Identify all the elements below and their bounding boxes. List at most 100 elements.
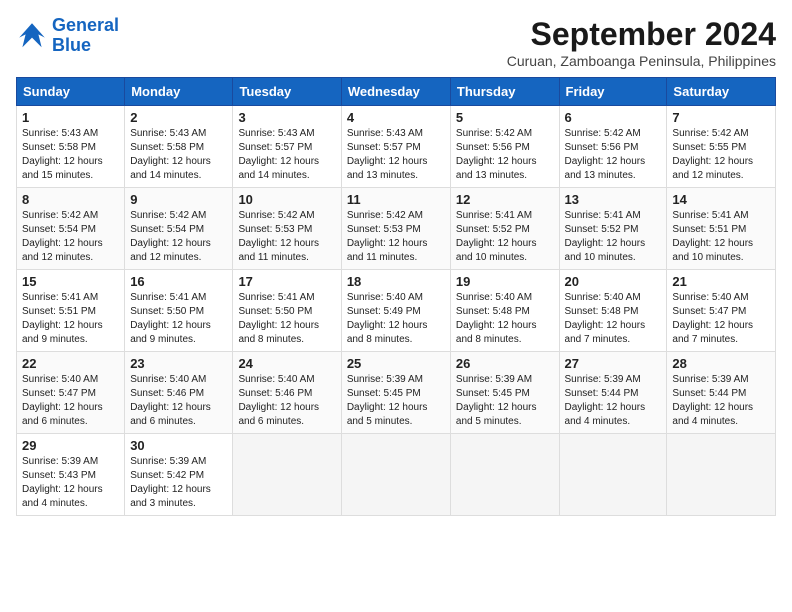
cell-info: Sunrise: 5:43 AMSunset: 5:57 PMDaylight:… xyxy=(238,127,335,183)
day-number: 11 xyxy=(347,192,445,207)
calendar-cell: 9 Sunrise: 5:42 AMSunset: 5:54 PMDaylight… xyxy=(125,188,233,270)
day-number: 3 xyxy=(238,110,335,125)
day-number: 6 xyxy=(565,110,662,125)
calendar-cell xyxy=(450,434,559,516)
calendar-cell xyxy=(341,434,450,516)
cell-info: Sunrise: 5:41 AMSunset: 5:50 PMDaylight:… xyxy=(238,291,335,347)
col-header-thursday: Thursday xyxy=(450,78,559,106)
cell-info: Sunrise: 5:42 AMSunset: 5:55 PMDaylight:… xyxy=(672,127,770,183)
cell-info: Sunrise: 5:42 AMSunset: 5:53 PMDaylight:… xyxy=(238,209,335,265)
calendar-cell: 30Sunrise: 5:39 AMSunset: 5:42 PMDayligh… xyxy=(125,434,233,516)
cell-info: Sunrise: 5:42 AMSunset: 5:54 PMDaylight:… xyxy=(22,209,119,265)
cell-info: Sunrise: 5:43 AMSunset: 5:57 PMDaylight:… xyxy=(347,127,445,183)
col-header-monday: Monday xyxy=(125,78,233,106)
location-subtitle: Curuan, Zamboanga Peninsula, Philippines xyxy=(507,53,776,69)
page-header: General Blue September 2024 Curuan, Zamb… xyxy=(16,16,776,69)
day-number: 23 xyxy=(130,356,227,371)
col-header-sunday: Sunday xyxy=(17,78,125,106)
calendar-cell: 27Sunrise: 5:39 AMSunset: 5:44 PMDayligh… xyxy=(559,352,667,434)
calendar-cell: 24 Sunrise: 5:40 AMSunset: 5:46 PMDayligh… xyxy=(233,352,341,434)
logo-icon xyxy=(16,20,48,52)
calendar-cell: 16 Sunrise: 5:41 AMSunset: 5:50 PMDayligh… xyxy=(125,270,233,352)
day-number: 15 xyxy=(22,274,119,289)
calendar-cell: 26Sunrise: 5:39 AMSunset: 5:45 PMDayligh… xyxy=(450,352,559,434)
calendar-cell: 21Sunrise: 5:40 AMSunset: 5:47 PMDayligh… xyxy=(667,270,776,352)
cell-info: Sunrise: 5:39 AMSunset: 5:42 PMDaylight:… xyxy=(130,455,227,511)
calendar-cell: 19 Sunrise: 5:40 AMSunset: 5:48 PMDayligh… xyxy=(450,270,559,352)
day-number: 25 xyxy=(347,356,445,371)
cell-info: Sunrise: 5:41 AMSunset: 5:52 PMDaylight:… xyxy=(565,209,662,265)
cell-info: Sunrise: 5:40 AMSunset: 5:49 PMDaylight:… xyxy=(347,291,445,347)
cell-info: Sunrise: 5:40 AMSunset: 5:47 PMDaylight:… xyxy=(672,291,770,347)
cell-info: Sunrise: 5:41 AMSunset: 5:50 PMDaylight:… xyxy=(130,291,227,347)
cell-info: Sunrise: 5:40 AMSunset: 5:48 PMDaylight:… xyxy=(565,291,662,347)
calendar-cell: 1 Sunrise: 5:43 AMSunset: 5:58 PMDaylight… xyxy=(17,106,125,188)
calendar-cell: 10 Sunrise: 5:42 AMSunset: 5:53 PMDayligh… xyxy=(233,188,341,270)
calendar-cell: 3 Sunrise: 5:43 AMSunset: 5:57 PMDaylight… xyxy=(233,106,341,188)
calendar-cell: 23 Sunrise: 5:40 AMSunset: 5:46 PMDayligh… xyxy=(125,352,233,434)
day-number: 1 xyxy=(22,110,119,125)
month-title: September 2024 xyxy=(507,16,776,53)
calendar-cell: 8 Sunrise: 5:42 AMSunset: 5:54 PMDaylight… xyxy=(17,188,125,270)
calendar-week-1: 1 Sunrise: 5:43 AMSunset: 5:58 PMDaylight… xyxy=(17,106,776,188)
calendar-cell xyxy=(233,434,341,516)
calendar-cell xyxy=(559,434,667,516)
cell-info: Sunrise: 5:40 AMSunset: 5:46 PMDaylight:… xyxy=(238,373,335,429)
col-header-saturday: Saturday xyxy=(667,78,776,106)
logo-line2: Blue xyxy=(52,35,91,55)
calendar-header-row: SundayMondayTuesdayWednesdayThursdayFrid… xyxy=(17,78,776,106)
cell-info: Sunrise: 5:39 AMSunset: 5:45 PMDaylight:… xyxy=(347,373,445,429)
day-number: 13 xyxy=(565,192,662,207)
day-number: 5 xyxy=(456,110,554,125)
logo-text: General Blue xyxy=(52,16,119,56)
calendar-week-2: 8 Sunrise: 5:42 AMSunset: 5:54 PMDaylight… xyxy=(17,188,776,270)
calendar-week-3: 15Sunrise: 5:41 AMSunset: 5:51 PMDayligh… xyxy=(17,270,776,352)
cell-info: Sunrise: 5:41 AMSunset: 5:51 PMDaylight:… xyxy=(672,209,770,265)
col-header-wednesday: Wednesday xyxy=(341,78,450,106)
cell-info: Sunrise: 5:43 AMSunset: 5:58 PMDaylight:… xyxy=(22,127,119,183)
calendar-week-4: 22 Sunrise: 5:40 AMSunset: 5:47 PMDayligh… xyxy=(17,352,776,434)
logo: General Blue xyxy=(16,16,119,56)
cell-info: Sunrise: 5:42 AMSunset: 5:56 PMDaylight:… xyxy=(565,127,662,183)
day-number: 27 xyxy=(565,356,662,371)
cell-info: Sunrise: 5:39 AMSunset: 5:45 PMDaylight:… xyxy=(456,373,554,429)
day-number: 9 xyxy=(130,192,227,207)
day-number: 14 xyxy=(672,192,770,207)
cell-info: Sunrise: 5:42 AMSunset: 5:54 PMDaylight:… xyxy=(130,209,227,265)
day-number: 18 xyxy=(347,274,445,289)
day-number: 19 xyxy=(456,274,554,289)
calendar-cell: 11 Sunrise: 5:42 AMSunset: 5:53 PMDayligh… xyxy=(341,188,450,270)
day-number: 22 xyxy=(22,356,119,371)
calendar-cell: 7 Sunrise: 5:42 AMSunset: 5:55 PMDaylight… xyxy=(667,106,776,188)
calendar-cell: 18 Sunrise: 5:40 AMSunset: 5:49 PMDayligh… xyxy=(341,270,450,352)
day-number: 28 xyxy=(672,356,770,371)
title-area: September 2024 Curuan, Zamboanga Peninsu… xyxy=(507,16,776,69)
cell-info: Sunrise: 5:40 AMSunset: 5:46 PMDaylight:… xyxy=(130,373,227,429)
cell-info: Sunrise: 5:43 AMSunset: 5:58 PMDaylight:… xyxy=(130,127,227,183)
cell-info: Sunrise: 5:42 AMSunset: 5:56 PMDaylight:… xyxy=(456,127,554,183)
day-number: 4 xyxy=(347,110,445,125)
calendar-cell: 4 Sunrise: 5:43 AMSunset: 5:57 PMDaylight… xyxy=(341,106,450,188)
cell-info: Sunrise: 5:39 AMSunset: 5:43 PMDaylight:… xyxy=(22,455,119,511)
calendar-cell: 15Sunrise: 5:41 AMSunset: 5:51 PMDayligh… xyxy=(17,270,125,352)
cell-info: Sunrise: 5:39 AMSunset: 5:44 PMDaylight:… xyxy=(672,373,770,429)
calendar-cell: 14 Sunrise: 5:41 AMSunset: 5:51 PMDayligh… xyxy=(667,188,776,270)
day-number: 2 xyxy=(130,110,227,125)
logo-line1: General xyxy=(52,15,119,35)
day-number: 12 xyxy=(456,192,554,207)
cell-info: Sunrise: 5:42 AMSunset: 5:53 PMDaylight:… xyxy=(347,209,445,265)
cell-info: Sunrise: 5:40 AMSunset: 5:48 PMDaylight:… xyxy=(456,291,554,347)
calendar-cell: 29Sunrise: 5:39 AMSunset: 5:43 PMDayligh… xyxy=(17,434,125,516)
calendar-cell: 12 Sunrise: 5:41 AMSunset: 5:52 PMDayligh… xyxy=(450,188,559,270)
calendar-cell: 6 Sunrise: 5:42 AMSunset: 5:56 PMDaylight… xyxy=(559,106,667,188)
day-number: 16 xyxy=(130,274,227,289)
day-number: 10 xyxy=(238,192,335,207)
cell-info: Sunrise: 5:40 AMSunset: 5:47 PMDaylight:… xyxy=(22,373,119,429)
cell-info: Sunrise: 5:41 AMSunset: 5:52 PMDaylight:… xyxy=(456,209,554,265)
calendar-table: SundayMondayTuesdayWednesdayThursdayFrid… xyxy=(16,77,776,516)
day-number: 7 xyxy=(672,110,770,125)
day-number: 24 xyxy=(238,356,335,371)
col-header-friday: Friday xyxy=(559,78,667,106)
day-number: 8 xyxy=(22,192,119,207)
calendar-week-5: 29Sunrise: 5:39 AMSunset: 5:43 PMDayligh… xyxy=(17,434,776,516)
